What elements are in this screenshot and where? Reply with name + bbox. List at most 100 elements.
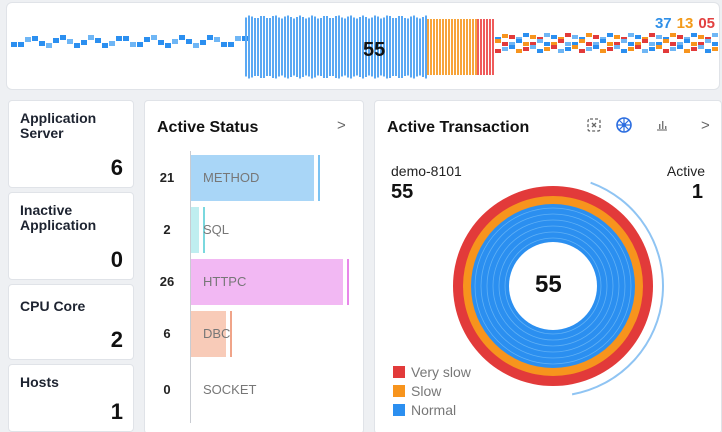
strip-bar	[257, 18, 259, 76]
strip-dash	[691, 33, 697, 37]
strip-dash	[516, 49, 522, 53]
status-count: 6	[163, 326, 171, 341]
strip-bar	[356, 18, 358, 76]
chevron-right-icon[interactable]: >	[337, 117, 346, 134]
strip-bar	[320, 18, 322, 76]
strip-bar	[445, 19, 447, 75]
strip-dash	[663, 49, 669, 53]
strip-dash	[614, 45, 620, 49]
strip-dash	[172, 39, 178, 44]
strip-dash	[495, 49, 501, 53]
strip-dash	[502, 47, 508, 51]
strip-bar	[326, 16, 328, 78]
strip-dash	[67, 39, 73, 44]
metric-card-hosts[interactable]: Hosts 1	[8, 364, 134, 432]
strip-dash	[712, 47, 718, 51]
strip-dash	[712, 33, 718, 37]
very-slow-count: 05	[698, 15, 715, 32]
strip-bar	[305, 18, 307, 76]
legend-slow[interactable]: Slow	[393, 383, 441, 399]
strip-bar	[427, 19, 429, 75]
strip-bar	[299, 15, 301, 79]
status-count: 21	[159, 170, 175, 185]
status-count: 26	[159, 274, 175, 289]
strip-dash	[74, 43, 80, 48]
strip-bar	[278, 17, 280, 77]
strip-dash	[642, 39, 648, 43]
strip-dash	[551, 35, 557, 39]
strip-bar	[454, 19, 456, 75]
strip-dash	[530, 35, 536, 39]
strip-dash	[102, 43, 108, 48]
strip-dash	[207, 35, 213, 40]
strip-dash	[719, 35, 720, 39]
status-row-httpc[interactable]: 26 HTTPC	[145, 259, 363, 305]
strip-bar	[419, 18, 421, 76]
strip-dash	[698, 35, 704, 39]
status-count: 0	[163, 382, 171, 397]
strip-dash	[179, 35, 185, 40]
status-row-socket[interactable]: 0 SOCKET	[145, 367, 363, 413]
strip-bar	[460, 19, 462, 75]
slow-count: 13	[676, 15, 694, 32]
legend-very-slow[interactable]: Very slow	[393, 364, 471, 380]
strip-bar	[344, 18, 346, 76]
strip-dash	[95, 38, 101, 43]
strip-dash	[593, 45, 599, 49]
status-label: DBC	[203, 326, 231, 341]
strip-dash	[523, 33, 529, 37]
status-row-sql[interactable]: 2 SQL	[145, 207, 363, 253]
strip-bar	[472, 19, 474, 75]
strip-dash	[600, 39, 606, 43]
strip-bar	[266, 18, 268, 76]
strip-bar	[290, 17, 292, 77]
strip-dash	[705, 49, 711, 53]
status-row-dbc[interactable]: 6 DBC	[145, 311, 363, 357]
strip-bar	[480, 19, 482, 75]
strip-bar	[433, 19, 435, 75]
strip-dash	[186, 39, 192, 44]
strip-dash	[25, 37, 31, 42]
legend-normal[interactable]: Normal	[393, 402, 456, 418]
strip-bar	[272, 16, 274, 78]
strip-dash	[635, 45, 641, 49]
strip-bar	[395, 18, 397, 76]
strip-dash	[579, 49, 585, 53]
strip-bar	[317, 18, 319, 76]
strip-bar	[413, 15, 415, 79]
strip-dash	[558, 39, 564, 43]
strip-bar	[392, 18, 394, 76]
strip-dash	[565, 33, 571, 37]
legend-label: Very slow	[411, 364, 471, 380]
metric-card-inactive-application[interactable]: Inactive Application 0	[8, 192, 134, 280]
strip-bar	[439, 19, 441, 75]
strip-dash	[193, 43, 199, 48]
strip-dash	[628, 42, 634, 46]
strip-bar	[389, 16, 391, 78]
strip-dash	[677, 45, 683, 49]
strip-bar	[425, 15, 427, 79]
strip-dash	[677, 35, 683, 39]
strip-dash	[11, 42, 17, 47]
strip-dash	[88, 35, 94, 40]
strip-dash	[228, 42, 234, 47]
status-row-method[interactable]: 21 METHOD	[145, 155, 363, 201]
strip-bar	[287, 15, 289, 79]
strip-dash	[586, 47, 592, 51]
metric-card-cpu-core[interactable]: CPU Core 2	[8, 284, 134, 360]
strip-dash	[144, 37, 150, 42]
strip-bar	[410, 16, 412, 78]
strip-bar	[275, 15, 277, 79]
strip-dash	[656, 35, 662, 39]
strip-bar	[353, 17, 355, 77]
strip-dash	[649, 33, 655, 37]
strip-bar	[350, 15, 352, 79]
metric-value: 2	[110, 327, 123, 352]
status-label: SOCKET	[203, 382, 257, 397]
metric-card-application-server[interactable]: Application Server 6	[8, 100, 134, 188]
strip-dash	[530, 45, 536, 49]
strip-bar	[492, 19, 494, 75]
strip-dash	[544, 47, 550, 51]
status-bar-marker	[318, 155, 320, 201]
status-label: METHOD	[203, 170, 260, 185]
